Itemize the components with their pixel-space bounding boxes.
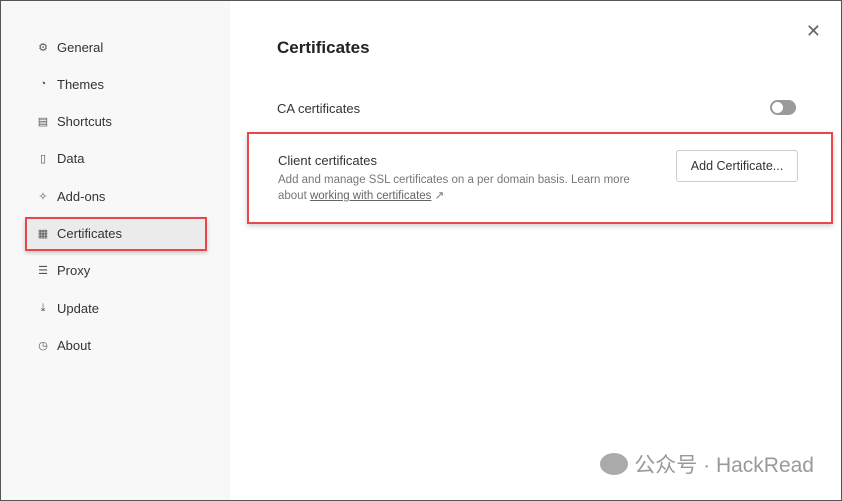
- download-icon: ⤓: [40, 301, 46, 314]
- server-icon: ☰: [38, 265, 48, 278]
- sidebar-item-label: General: [57, 39, 104, 55]
- info-icon: ◷: [38, 339, 48, 352]
- gear-icon: ⚙: [38, 41, 48, 54]
- wechat-icon: [600, 453, 629, 475]
- sidebar-item-label: Proxy: [57, 263, 91, 279]
- sidebar-item-label: Themes: [57, 76, 104, 92]
- add-certificate-button[interactable]: Add Certificate...: [676, 150, 798, 182]
- main-panel: Certificates ✕ CA certificates Client ce…: [230, 1, 841, 500]
- sidebar-item-about[interactable]: ◷ About: [25, 328, 207, 362]
- client-certificates-section: Client certificates Add and manage SSL c…: [247, 132, 833, 224]
- sidebar-item-update[interactable]: ⤓ Update: [25, 291, 207, 325]
- watermark-text: 公众号 · HackRead: [634, 454, 814, 477]
- sidebar-item-add-ons[interactable]: ✧ Add-ons: [25, 179, 207, 213]
- sidebar-item-general[interactable]: ⚙ General: [25, 30, 207, 64]
- sidebar: ⚙ General ◔ Themes ▤ Shortcuts ▯ Data ✧ Add-ons ▦ C…: [1, 1, 230, 500]
- close-icon[interactable]: ✕: [806, 21, 821, 42]
- page-title: Certificates: [277, 38, 370, 57]
- sidebar-item-label: Shortcuts: [57, 114, 112, 130]
- sidebar-item-label: Update: [57, 300, 99, 316]
- sparkle-icon: ✧: [38, 190, 48, 203]
- sidebar-item-label: About: [57, 337, 91, 353]
- data-icon: ▯: [39, 153, 47, 166]
- sidebar-item-themes[interactable]: ◔ Themes: [25, 67, 207, 101]
- external-link-icon: ↗: [434, 190, 445, 202]
- working-with-certificates-link[interactable]: working with certificates: [310, 190, 431, 202]
- sidebar-item-label: Add-ons: [57, 188, 106, 204]
- ca-certificates-toggle[interactable]: [770, 100, 796, 115]
- watermark: 公众号 · HackRead: [600, 449, 814, 479]
- sidebar-item-certificates[interactable]: ▦ Certificates: [25, 216, 207, 251]
- ca-certificates-label: CA certificates: [277, 101, 361, 116]
- sidebar-item-label: Data: [57, 151, 85, 167]
- sidebar-item-data[interactable]: ▯ Data: [25, 142, 207, 176]
- sidebar-item-label: Certificates: [57, 226, 123, 241]
- palette-icon: ◔: [39, 78, 47, 91]
- keyboard-icon: ▤: [37, 116, 49, 129]
- client-certificates-title: Client certificates: [278, 153, 377, 168]
- sidebar-item-proxy[interactable]: ☰ Proxy: [25, 254, 207, 288]
- client-certificates-description: Add and manage SSL certificates on a per…: [278, 172, 658, 204]
- certificate-icon: ▦: [37, 228, 49, 240]
- sidebar-item-shortcuts[interactable]: ▤ Shortcuts: [25, 105, 207, 139]
